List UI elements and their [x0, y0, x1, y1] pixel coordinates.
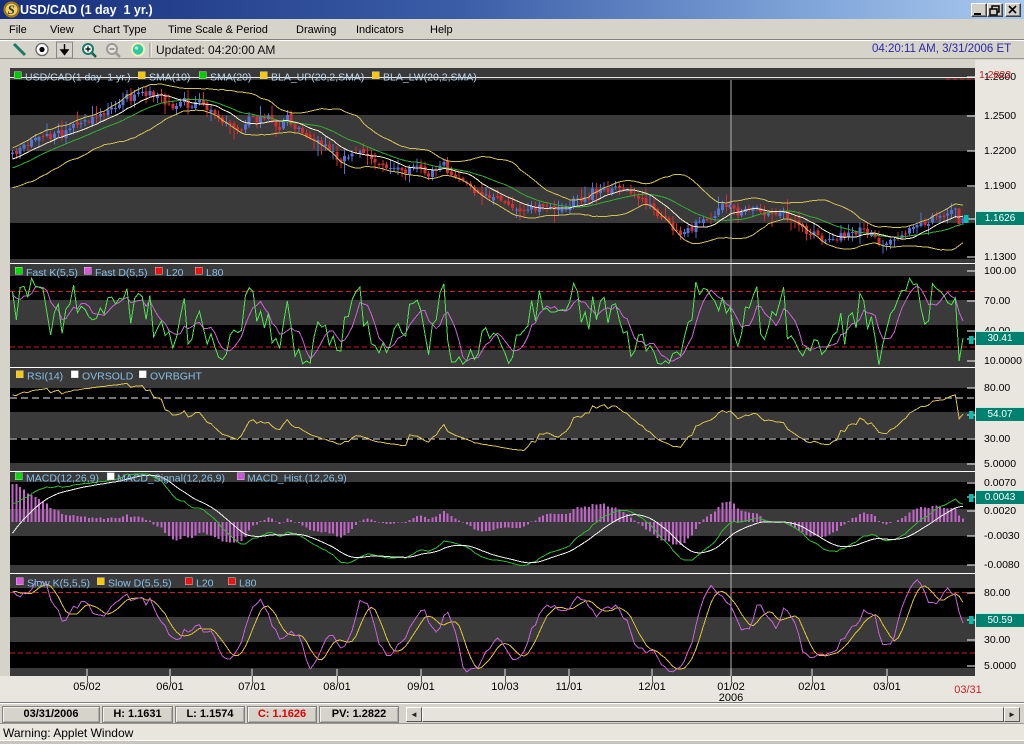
svg-text:L20: L20 [196, 578, 214, 590]
svg-text:S: S [8, 2, 15, 17]
svg-text:MACD_Signal(12,26,9): MACD_Signal(12,26,9) [117, 473, 225, 485]
svg-text:USD/CAD(1 day 1 yr.): USD/CAD(1 day 1 yr.) [25, 72, 131, 84]
svg-text:BLA_UP(20,2,SMA): BLA_UP(20,2,SMA) [271, 72, 364, 84]
svg-text:L80: L80 [239, 578, 257, 590]
svg-text:OVRSOLD: OVRSOLD [82, 371, 134, 383]
svg-text:Fast D(5,5): Fast D(5,5) [95, 267, 148, 279]
svg-text:Slow K(5,5,5): Slow K(5,5,5) [27, 578, 90, 590]
svg-text:Slow D(5,5,5): Slow D(5,5,5) [108, 578, 172, 590]
svg-text:MACD_Hist.(12,26,9): MACD_Hist.(12,26,9) [247, 473, 347, 485]
svg-text:RSI(14): RSI(14) [27, 371, 63, 383]
svg-text:Fast K(5,5): Fast K(5,5) [26, 267, 78, 279]
svg-text:OVRBGHT: OVRBGHT [150, 371, 203, 383]
svg-text:MACD(12,26,9): MACD(12,26,9) [26, 473, 99, 485]
svg-text:BLA_LW(20,2,SMA): BLA_LW(20,2,SMA) [383, 72, 477, 84]
svg-text:SMA(20): SMA(20) [210, 72, 251, 84]
svg-text:SMA(10): SMA(10) [149, 72, 190, 84]
svg-text:L20: L20 [166, 267, 184, 279]
svg-text:L80: L80 [206, 267, 224, 279]
